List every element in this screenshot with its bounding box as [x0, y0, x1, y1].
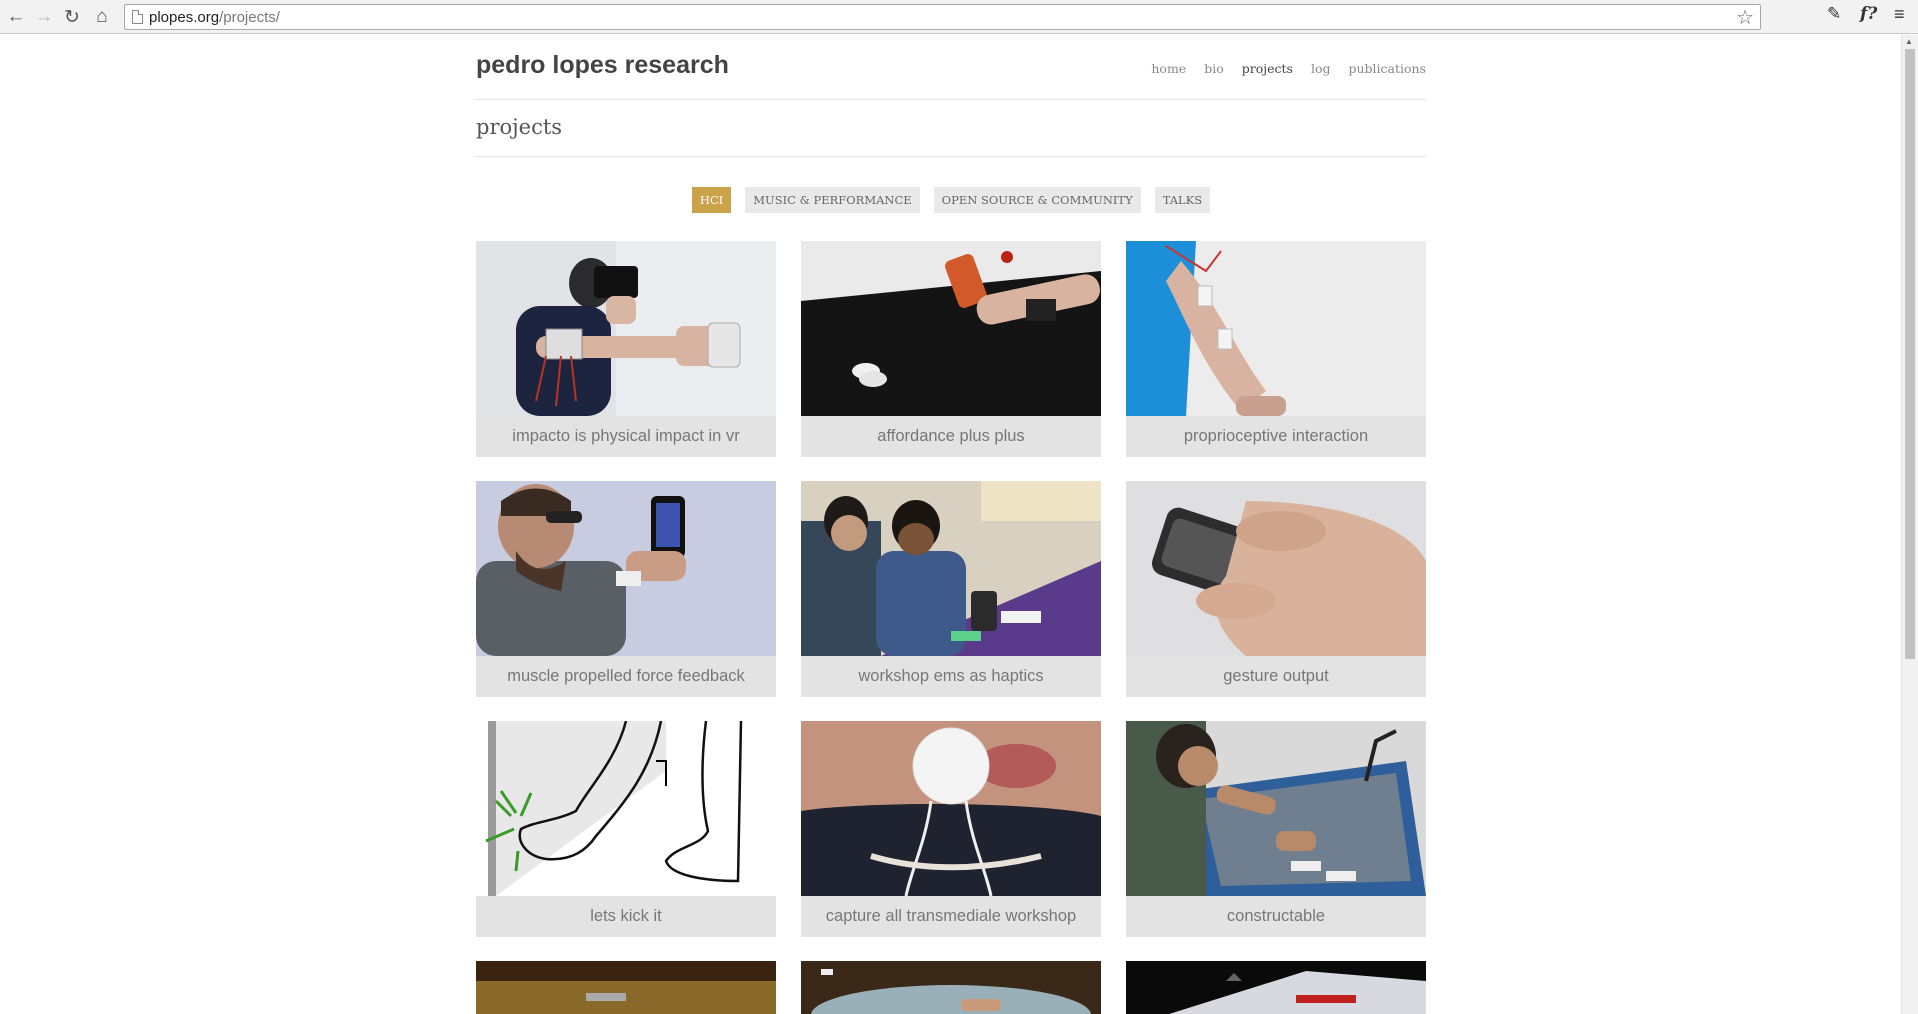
project-card[interactable]: constructable	[1126, 721, 1426, 937]
filter-open-source-community[interactable]: OPEN SOURCE & COMMUNITY	[933, 187, 1141, 213]
project-card[interactable]	[1126, 961, 1426, 1014]
page-icon	[132, 10, 143, 24]
project-thumbnail	[1126, 241, 1426, 416]
project-card[interactable]: gesture output	[1126, 481, 1426, 697]
project-thumbnail	[1126, 961, 1426, 1014]
page-title: projects	[476, 115, 563, 139]
project-card[interactable]: capture all transmediale workshop	[801, 721, 1101, 937]
project-thumbnail	[476, 961, 776, 1014]
nav-bio[interactable]: bio	[1204, 61, 1224, 76]
nav-home[interactable]: home	[1151, 61, 1186, 76]
star-icon[interactable]: ☆	[1736, 5, 1754, 30]
project-caption[interactable]: affordance plus plus	[801, 416, 1101, 457]
project-thumbnail	[801, 721, 1101, 896]
nav-publications[interactable]: publications	[1348, 61, 1426, 76]
project-thumbnail	[476, 241, 776, 416]
font-finder-icon[interactable]: f?	[1860, 4, 1877, 24]
extension-icon[interactable]: ✎	[1827, 4, 1841, 24]
site-title[interactable]: pedro lopes research	[476, 51, 729, 80]
nav-projects[interactable]: projects	[1242, 61, 1293, 76]
project-thumbnail	[476, 721, 776, 896]
forward-icon[interactable]: →	[32, 5, 56, 29]
project-thumbnail	[476, 481, 776, 656]
project-caption[interactable]: lets kick it	[476, 896, 776, 937]
back-icon[interactable]: ←	[4, 5, 28, 29]
home-icon[interactable]: ⌂	[90, 5, 114, 29]
project-thumbnail	[801, 241, 1101, 416]
project-card[interactable]: proprioceptive interaction	[1126, 241, 1426, 457]
menu-icon[interactable]: ≡	[1894, 4, 1905, 25]
browser-toolbar: ← → ↻ ⌂ plopes.org/projects/ ☆ ✎ f? ≡	[0, 0, 1918, 34]
project-caption[interactable]: gesture output	[1126, 656, 1426, 697]
filter-hci[interactable]: HCI	[691, 187, 732, 213]
project-caption[interactable]: capture all transmediale workshop	[801, 896, 1101, 937]
project-caption[interactable]: constructable	[1126, 896, 1426, 937]
project-thumbnail	[801, 961, 1101, 1014]
filter-bar: HCI MUSIC & PERFORMANCE OPEN SOURCE & CO…	[476, 187, 1426, 213]
project-thumbnail	[801, 481, 1101, 656]
project-card[interactable]: muscle propelled force feedback	[476, 481, 776, 697]
filter-music-performance[interactable]: MUSIC & PERFORMANCE	[745, 187, 920, 213]
scroll-up-icon[interactable]: ▲	[1905, 37, 1913, 46]
address-url: plopes.org/projects/	[149, 9, 280, 26]
project-card[interactable]	[801, 961, 1101, 1014]
project-caption[interactable]: workshop ems as haptics	[801, 656, 1101, 697]
project-thumbnail	[1126, 481, 1426, 656]
project-card[interactable]: affordance plus plus	[801, 241, 1101, 457]
site-nav: home bio projects log publications	[1151, 61, 1426, 76]
reload-icon[interactable]: ↻	[60, 5, 84, 29]
filter-talks[interactable]: TALKS	[1154, 187, 1211, 213]
project-caption[interactable]: proprioceptive interaction	[1126, 416, 1426, 457]
project-caption[interactable]: muscle propelled force feedback	[476, 656, 776, 697]
project-card[interactable]	[476, 961, 776, 1014]
project-thumbnail	[1126, 721, 1426, 896]
project-card[interactable]: lets kick it	[476, 721, 776, 937]
address-bar[interactable]: plopes.org/projects/ ☆	[124, 4, 1761, 30]
scrollbar[interactable]: ▲	[1901, 35, 1918, 1014]
project-card[interactable]: impacto is physical impact in vr	[476, 241, 776, 457]
title-divider	[476, 156, 1426, 157]
header-divider	[476, 99, 1426, 100]
project-caption[interactable]: impacto is physical impact in vr	[476, 416, 776, 457]
project-card[interactable]: workshop ems as haptics	[801, 481, 1101, 697]
scrollbar-thumb[interactable]	[1905, 49, 1915, 659]
nav-log[interactable]: log	[1311, 61, 1331, 76]
